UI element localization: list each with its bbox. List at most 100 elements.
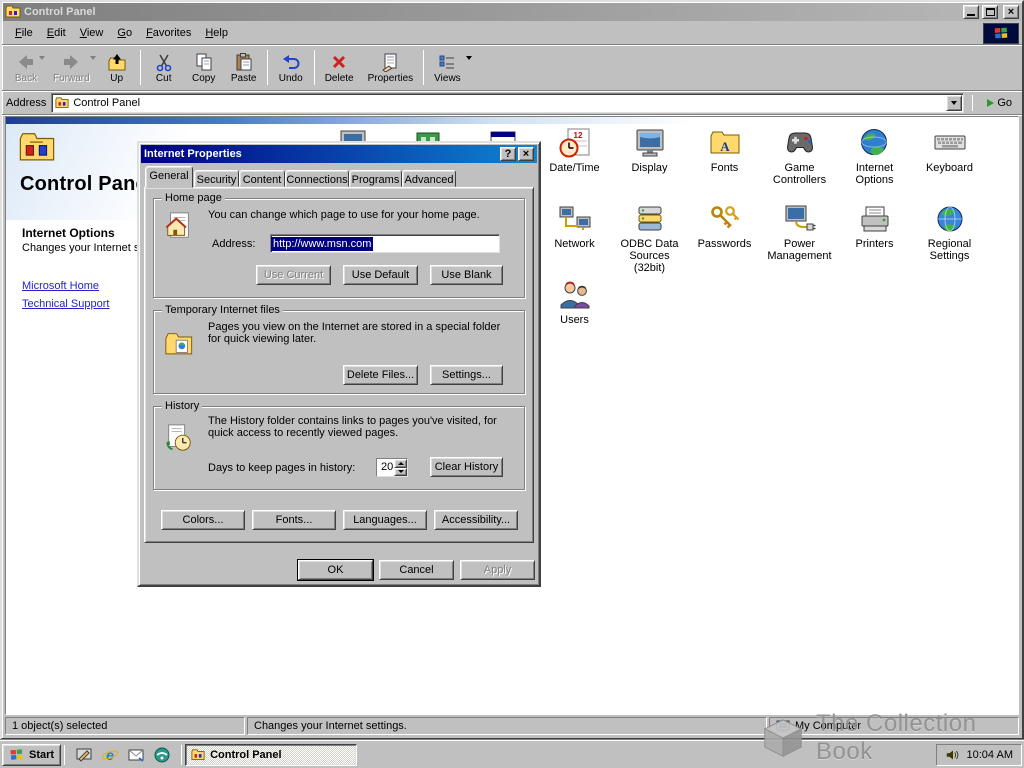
icon-power-management[interactable]: Power Management — [762, 199, 837, 275]
back-button[interactable]: Back — [6, 46, 46, 89]
control-panel-large-icon — [18, 129, 56, 167]
undo-icon — [282, 54, 300, 69]
taskbar-divider — [64, 744, 66, 765]
spinner-down-button[interactable] — [394, 467, 407, 476]
views-button[interactable]: Views — [427, 46, 473, 89]
icon-fonts[interactable]: A Fonts — [687, 123, 762, 199]
colors-button[interactable]: Colors... — [161, 510, 245, 530]
outlook-express-icon[interactable] — [126, 745, 146, 765]
volume-icon[interactable] — [945, 747, 961, 763]
toolbar-separator — [139, 50, 141, 85]
tab-security[interactable]: Security — [194, 170, 239, 187]
home-page-text: You can change which page to use for you… — [208, 209, 480, 221]
up-button[interactable]: Up — [97, 46, 137, 89]
tab-general[interactable]: General — [145, 166, 193, 188]
tab-advanced[interactable]: Advanced — [402, 170, 456, 187]
microsoft-home-link[interactable]: Microsoft Home — [22, 280, 99, 292]
menu-help[interactable]: Help — [198, 23, 235, 43]
history-days-spinner[interactable]: 20 — [376, 458, 408, 477]
tab-programs[interactable]: Programs — [349, 170, 402, 187]
quick-launch: e — [68, 745, 178, 765]
home-address-label: Address: — [212, 238, 256, 250]
address-dropdown-button[interactable] — [946, 94, 963, 111]
use-default-button[interactable]: Use Default — [343, 265, 418, 285]
home-page-icon — [164, 211, 194, 241]
icon-odbc[interactable]: ODBC Data Sources (32bit) — [612, 199, 687, 275]
temp-files-text: Pages you view on the Internet are store… — [208, 321, 501, 345]
dialog-close-button[interactable]: × — [518, 147, 534, 161]
temp-files-icon — [164, 329, 194, 359]
forward-icon — [64, 54, 79, 69]
clear-history-button[interactable]: Clear History — [430, 457, 503, 477]
channels-icon[interactable] — [152, 745, 172, 765]
use-blank-button[interactable]: Use Blank — [430, 265, 503, 285]
menu-favorites[interactable]: Favorites — [139, 23, 198, 43]
icon-display[interactable]: Display — [612, 123, 687, 199]
icon-date-time[interactable]: 12 Date/Time — [537, 123, 612, 199]
start-button[interactable]: Start — [2, 743, 62, 766]
go-button[interactable]: Go — [981, 95, 1018, 111]
minimize-button[interactable] — [963, 5, 979, 19]
technical-support-link[interactable]: Technical Support — [22, 298, 109, 310]
icon-game-controllers[interactable]: Game Controllers — [762, 123, 837, 199]
paste-button[interactable]: Paste — [224, 46, 264, 89]
menu-go[interactable]: Go — [110, 23, 139, 43]
tab-content[interactable]: Content — [239, 170, 285, 187]
cancel-button[interactable]: Cancel — [379, 560, 454, 580]
properties-icon — [382, 53, 397, 72]
icon-users[interactable]: Users — [537, 275, 612, 351]
views-icon — [439, 55, 455, 68]
menu-file[interactable]: File — [8, 23, 40, 43]
settings-button[interactable]: Settings... — [430, 365, 503, 385]
icon-keyboard[interactable]: Keyboard — [912, 123, 987, 199]
delete-files-button[interactable]: Delete Files... — [343, 365, 418, 385]
menu-view[interactable]: View — [73, 23, 111, 43]
internet-explorer-icon[interactable]: e — [100, 745, 120, 765]
chevron-up-icon — [397, 461, 404, 465]
icon-internet-options[interactable]: Internet Options — [837, 123, 912, 199]
apply-button[interactable]: Apply — [460, 560, 535, 580]
tab-connections[interactable]: Connections — [285, 170, 349, 187]
history-days-label: Days to keep pages in history: — [208, 462, 356, 474]
general-tab-panel: Home page You can change which page to u… — [144, 187, 534, 543]
chevron-down-icon — [951, 100, 958, 105]
dialog-titlebar: Internet Properties ? × — [141, 145, 537, 163]
clock[interactable]: 10:04 AM — [967, 749, 1013, 761]
spinner-up-button[interactable] — [394, 459, 407, 468]
menu-edit[interactable]: Edit — [40, 23, 73, 43]
close-button[interactable]: × — [1003, 5, 1019, 19]
svg-text:A: A — [720, 139, 730, 154]
languages-button[interactable]: Languages... — [343, 510, 427, 530]
status-bar: 1 object(s) selected Changes your Intern… — [5, 717, 1019, 735]
maximize-button[interactable] — [982, 5, 998, 19]
toolbar-separator — [423, 50, 425, 85]
address-label: Address — [6, 96, 47, 109]
icon-printers[interactable]: Printers — [837, 199, 912, 275]
delete-button[interactable]: Delete — [318, 46, 361, 89]
icon-passwords[interactable]: Passwords — [687, 199, 762, 275]
ok-button[interactable]: OK — [297, 559, 374, 581]
fonts-button[interactable]: Fonts... — [252, 510, 336, 530]
copy-button[interactable]: Copy — [184, 46, 224, 89]
properties-button[interactable]: Properties — [361, 46, 421, 89]
sidebar-title: Control Panel — [20, 173, 153, 195]
up-icon — [108, 53, 126, 70]
forward-button[interactable]: Forward — [46, 46, 97, 89]
dialog-help-button[interactable]: ? — [500, 147, 516, 161]
home-address-input[interactable]: http://www.msn.com — [270, 234, 500, 253]
regional-settings-icon — [937, 206, 962, 232]
task-button-control-panel[interactable]: Control Panel — [185, 743, 358, 766]
internet-options-icon — [860, 129, 887, 156]
show-desktop-icon[interactable] — [74, 745, 94, 765]
cut-button[interactable]: Cut — [144, 46, 184, 89]
icon-regional-settings[interactable]: Regional Settings — [912, 199, 987, 275]
close-icon: × — [522, 148, 530, 160]
temp-files-group: Temporary Internet files Pages you view … — [153, 304, 525, 394]
temp-files-legend: Temporary Internet files — [162, 304, 283, 316]
icon-network[interactable]: Network — [537, 199, 612, 275]
use-current-button[interactable]: Use Current — [256, 265, 331, 285]
my-computer-icon — [776, 719, 790, 733]
undo-button[interactable]: Undo — [271, 46, 311, 89]
accessibility-button[interactable]: Accessibility... — [434, 510, 518, 530]
address-combo[interactable]: Control Panel — [51, 92, 965, 113]
